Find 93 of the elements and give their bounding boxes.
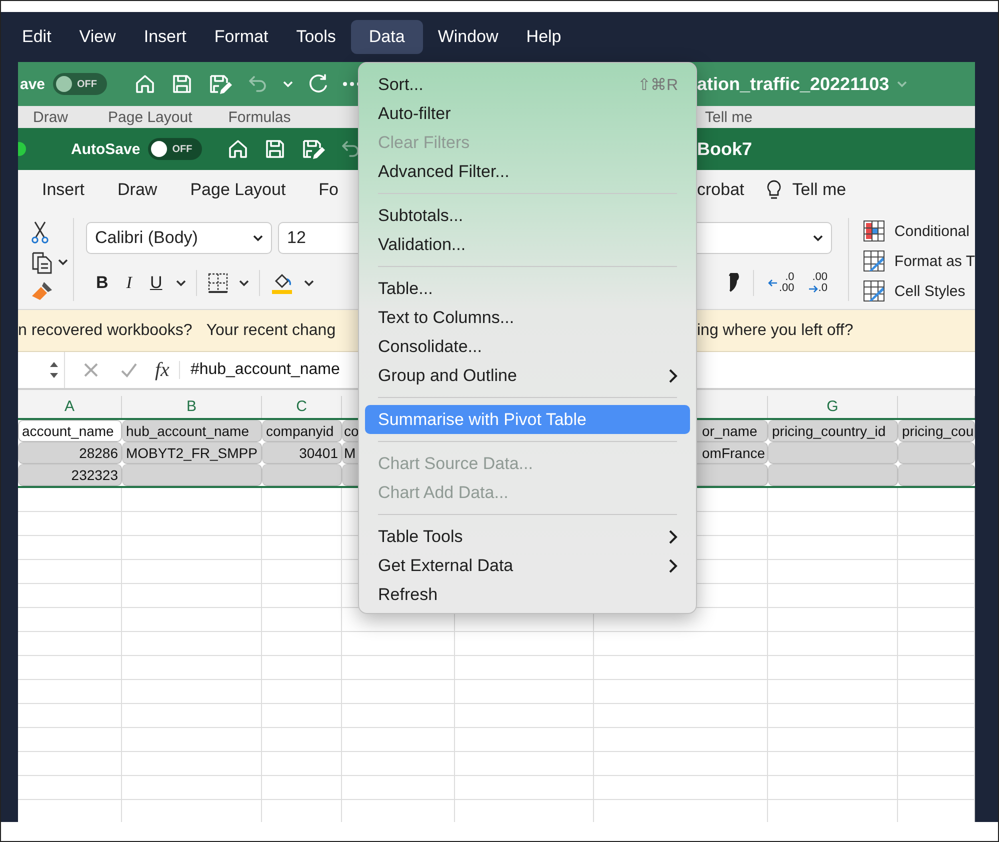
autosave-toggle[interactable]: OFF <box>148 138 202 160</box>
chevron-right-icon <box>668 368 678 384</box>
notification-text: n recovered workbooks? <box>18 322 192 340</box>
menu-item[interactable]: Get External Data <box>365 551 690 580</box>
chevron-down-icon[interactable] <box>253 234 263 242</box>
spreadsheet-cell[interactable]: MOBYT2_FR_SMPP <box>122 442 262 464</box>
menu-bar-item[interactable]: Format <box>201 20 282 54</box>
spreadsheet-cell[interactable] <box>122 464 262 486</box>
decrease-decimal-button[interactable]: .00 .0 <box>808 272 828 294</box>
left-arrow-icon <box>768 279 778 287</box>
spreadsheet-cell[interactable]: account_name <box>18 420 122 442</box>
spreadsheet-cell[interactable]: companyid <box>262 420 342 442</box>
bold-button[interactable]: B <box>92 273 112 293</box>
menu-bar-item[interactable]: Help <box>513 20 574 54</box>
menu-bar-item[interactable]: Tools <box>283 20 349 54</box>
chevron-right-icon <box>668 558 678 574</box>
menu-bar-item[interactable]: View <box>66 20 129 54</box>
menu-item[interactable]: Auto-filter <box>365 99 690 128</box>
table-style-icon <box>863 250 886 272</box>
italic-button[interactable]: I <box>122 273 136 293</box>
spreadsheet-cell[interactable]: 28286 <box>18 442 122 464</box>
spreadsheet-cell[interactable]: hub_account_name <box>122 420 262 442</box>
ribbon-tab[interactable]: Draw <box>33 106 68 126</box>
menu-item[interactable]: Table Tools <box>365 522 690 551</box>
spreadsheet-cell[interactable] <box>898 442 975 464</box>
scissors-icon[interactable] <box>30 220 50 244</box>
increase-decimal-button[interactable]: .0 .00 <box>768 272 794 294</box>
underline-button[interactable]: U <box>146 273 166 293</box>
ribbon-tab[interactable]: crobat <box>697 180 744 200</box>
menu-bar-item[interactable]: Insert <box>130 20 200 54</box>
paste-icon[interactable] <box>30 250 54 274</box>
column-header[interactable]: C <box>262 396 342 418</box>
chevron-down-icon[interactable] <box>239 279 250 287</box>
comma-style-icon[interactable] <box>727 273 739 293</box>
menu-item[interactable]: Table... <box>365 274 690 303</box>
menu-item[interactable]: Text to Columns... <box>365 303 690 332</box>
right-arrow-icon <box>808 284 818 292</box>
autosave-label: ave <box>20 76 46 92</box>
notification-text: ing where you left off? <box>697 322 854 340</box>
chevron-down-icon[interactable] <box>176 279 186 287</box>
font-size-select[interactable]: 12 <box>278 222 358 254</box>
chevron-down-icon[interactable] <box>58 258 68 266</box>
fill-color-icon[interactable] <box>270 271 294 295</box>
chevron-right-icon <box>668 528 678 544</box>
menu-item[interactable]: Refresh <box>365 580 690 609</box>
menu-item[interactable]: Validation... <box>365 230 690 259</box>
column-header[interactable]: A <box>18 396 122 418</box>
ribbon-tab[interactable]: Page Layout <box>190 180 286 200</box>
spreadsheet-cell[interactable] <box>768 442 898 464</box>
menu-item[interactable]: Sort... ⇧⌘R <box>365 70 690 99</box>
save-edit-icon[interactable] <box>207 72 234 96</box>
save-edit-icon[interactable] <box>300 137 326 161</box>
menu-item[interactable]: Subtotals... <box>365 201 690 230</box>
spreadsheet-cell[interactable]: pricing_cou <box>898 420 975 442</box>
conditional-format-icon <box>863 220 886 242</box>
ribbon-tab[interactable]: Fo <box>318 180 339 200</box>
menu-item[interactable]: Consolidate... <box>365 332 690 361</box>
chevron-down-icon[interactable] <box>813 234 824 242</box>
ribbon-tab[interactable]: Draw <box>118 180 158 200</box>
brush-icon[interactable] <box>30 280 54 302</box>
menu-bar-item[interactable]: Edit <box>9 20 64 54</box>
spreadsheet-cell[interactable]: 30401 <box>262 442 342 464</box>
ribbon-tab[interactable]: Tell me <box>705 106 753 126</box>
format-as-table-button[interactable]: Format as T <box>863 250 975 272</box>
borders-icon[interactable] <box>207 272 230 294</box>
ribbon-tab[interactable]: Page Layout <box>108 106 192 126</box>
autosave-toggle[interactable]: OFF <box>53 73 108 95</box>
autosave-label: AutoSave <box>71 140 140 158</box>
lightbulb-icon <box>766 179 782 201</box>
menu-item[interactable]: Advanced Filter... <box>365 157 690 186</box>
window-title: Book7 <box>697 138 752 160</box>
conditional-formatting-button[interactable]: Conditional <box>863 220 975 242</box>
spreadsheet-cell[interactable] <box>768 464 898 486</box>
spreadsheet-cell[interactable] <box>262 464 342 486</box>
insert-function-button[interactable]: fx <box>155 358 170 382</box>
tell-me-tab[interactable]: Tell me <box>766 179 846 201</box>
ribbon-tab[interactable]: Insert <box>42 180 85 200</box>
window-title: ation_traffic_20221103 <box>697 74 890 94</box>
menu-bar-item[interactable]: Window <box>424 20 512 54</box>
spreadsheet-cell[interactable] <box>898 464 975 486</box>
column-header[interactable]: B <box>122 396 262 418</box>
chevron-down-icon[interactable] <box>304 279 314 287</box>
font-select[interactable]: Calibri (Body) <box>86 222 272 254</box>
spreadsheet-cell[interactable]: 232323 <box>18 464 122 486</box>
menu-bar-item[interactable]: Data <box>350 20 423 54</box>
menu-item[interactable]: Group and Outline <box>365 361 690 390</box>
formula-input[interactable]: #hub_account_name <box>179 361 340 379</box>
column-header[interactable]: G <box>768 396 898 418</box>
ribbon-tab[interactable]: Formulas <box>228 106 291 126</box>
cell-styles-button[interactable]: Cell Styles <box>863 280 975 302</box>
table-style-icon <box>863 280 886 302</box>
spreadsheet-cell[interactable]: pricing_country_id <box>768 420 898 442</box>
notification-text: Your recent chang <box>206 322 336 340</box>
